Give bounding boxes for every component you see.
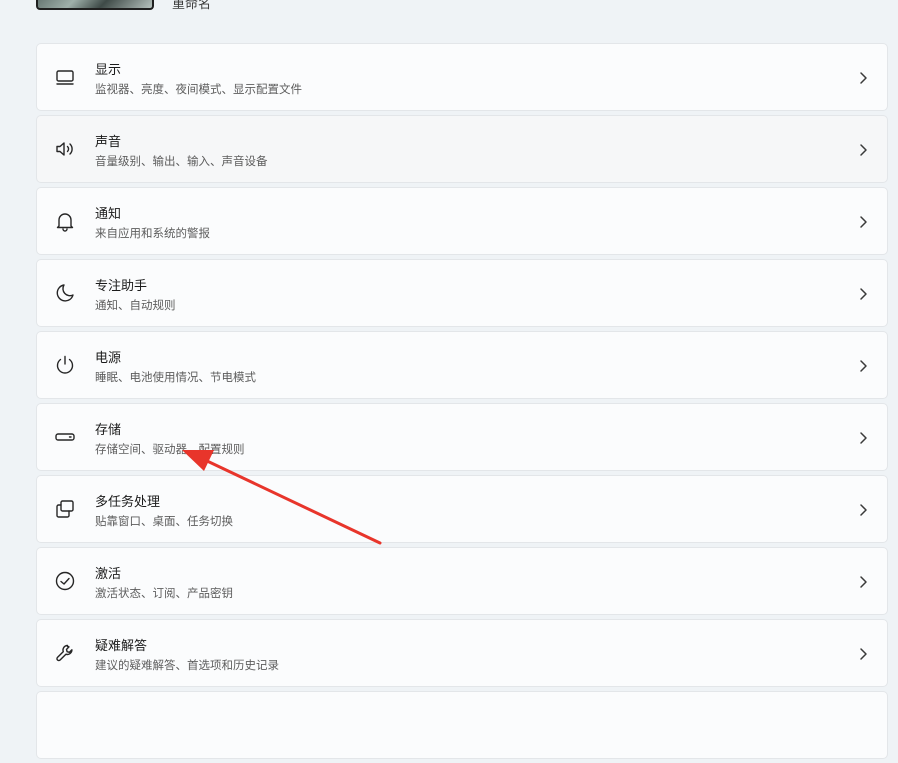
settings-card-sound[interactable]: 声音 音量级别、输出、输入、声音设备 [36, 115, 888, 183]
settings-card-text: 激活 激活状态、订阅、产品密钥 [95, 567, 233, 601]
settings-card-text: 存储 存储空间、驱动器、配置规则 [95, 423, 245, 457]
settings-card-notifications[interactable]: 通知 来自应用和系统的警报 [36, 187, 888, 255]
bell-icon [54, 210, 76, 232]
settings-card-partial[interactable] [36, 691, 888, 759]
chevron-right-icon [857, 502, 869, 516]
settings-card-subtitle: 通知、自动规则 [95, 298, 176, 312]
settings-card-title: 专注助手 [95, 279, 148, 294]
settings-card-title: 通知 [95, 207, 122, 222]
device-thumbnail [36, 0, 154, 10]
settings-card-title: 存储 [95, 423, 122, 438]
moon-icon [54, 282, 76, 304]
settings-card-subtitle: 激活状态、订阅、产品密钥 [95, 586, 233, 600]
settings-card-text: 显示 监视器、亮度、夜间模式、显示配置文件 [95, 63, 302, 97]
settings-card-title: 显示 [95, 63, 122, 78]
system-settings-list: 显示 监视器、亮度、夜间模式、显示配置文件 声音 音量级别、输出、输入、声音设备… [36, 43, 888, 763]
settings-card-activation[interactable]: 激活 激活状态、订阅、产品密钥 [36, 547, 888, 615]
settings-card-subtitle: 贴靠窗口、桌面、任务切换 [95, 514, 233, 528]
settings-card-title: 激活 [95, 567, 122, 582]
chevron-right-icon [857, 430, 869, 444]
settings-card-subtitle: 音量级别、输出、输入、声音设备 [95, 154, 268, 168]
chevron-right-icon [857, 574, 869, 588]
settings-card-display[interactable]: 显示 监视器、亮度、夜间模式、显示配置文件 [36, 43, 888, 111]
settings-card-subtitle: 睡眠、电池使用情况、节电模式 [95, 370, 256, 384]
chevron-right-icon [857, 70, 869, 84]
settings-card-subtitle: 建议的疑难解答、首选项和历史记录 [95, 658, 279, 672]
chevron-right-icon [857, 214, 869, 228]
monitor-icon [54, 66, 76, 88]
multitasking-windows-icon [54, 498, 76, 520]
settings-card-text: 通知 来自应用和系统的警报 [95, 207, 210, 241]
settings-card-title: 疑难解答 [95, 639, 148, 654]
settings-card-text: 专注助手 通知、自动规则 [95, 279, 176, 313]
settings-card-power[interactable]: 电源 睡眠、电池使用情况、节电模式 [36, 331, 888, 399]
settings-card-troubleshoot[interactable]: 疑难解答 建议的疑难解答、首选项和历史记录 [36, 619, 888, 687]
wrench-icon [54, 642, 76, 664]
settings-card-text: 多任务处理 贴靠窗口、桌面、任务切换 [95, 495, 233, 529]
storage-drive-icon [54, 426, 76, 448]
chevron-right-icon [857, 358, 869, 372]
settings-card-text: 声音 音量级别、输出、输入、声音设备 [95, 135, 268, 169]
settings-card-title: 多任务处理 [95, 495, 161, 510]
settings-card-subtitle: 存储空间、驱动器、配置规则 [95, 442, 245, 456]
settings-card-focus-assist[interactable]: 专注助手 通知、自动规则 [36, 259, 888, 327]
settings-card-text: 电源 睡眠、电池使用情况、节电模式 [95, 351, 256, 385]
chevron-right-icon [857, 142, 869, 156]
speaker-icon [54, 138, 76, 160]
power-icon [54, 354, 76, 376]
settings-card-text: 疑难解答 建议的疑难解答、首选项和历史记录 [95, 639, 279, 673]
settings-card-multitasking[interactable]: 多任务处理 贴靠窗口、桌面、任务切换 [36, 475, 888, 543]
settings-card-subtitle: 监视器、亮度、夜间模式、显示配置文件 [95, 82, 302, 96]
chevron-right-icon [857, 286, 869, 300]
settings-card-storage[interactable]: 存储 存储空间、驱动器、配置规则 [36, 403, 888, 471]
check-circle-icon [54, 570, 76, 592]
settings-card-subtitle: 来自应用和系统的警报 [95, 226, 210, 240]
settings-card-title: 声音 [95, 135, 122, 150]
rename-link[interactable]: 重命名 [172, 0, 211, 12]
chevron-right-icon [857, 646, 869, 660]
settings-card-title: 电源 [95, 351, 122, 366]
